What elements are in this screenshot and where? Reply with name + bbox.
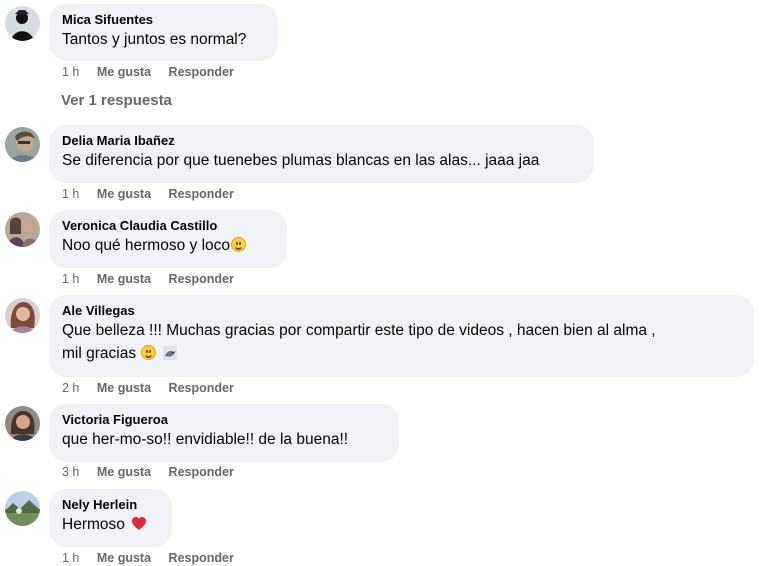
comment-time[interactable]: 3 h — [62, 465, 79, 479]
comment-actions: 1 h Me gusta Responder — [62, 551, 248, 565]
like-button[interactable]: Me gusta — [97, 551, 151, 565]
comment-text: Hermoso — [62, 513, 159, 536]
like-button[interactable]: Me gusta — [97, 272, 151, 286]
comment-author[interactable]: Victoria Figueroa — [62, 412, 386, 428]
avatar-landscape-icon — [5, 491, 40, 526]
comment-bubble: Delia Maria Ibañez Se diferencia por que… — [49, 125, 594, 183]
comment-text: Se diferencia por que tuenebes plumas bl… — [62, 152, 540, 169]
view-replies-link[interactable]: Ver 1 respuesta — [61, 92, 172, 109]
comment-author[interactable]: Ale Villegas — [62, 303, 741, 319]
comment-actions: 1 h Me gusta Responder — [62, 272, 248, 286]
avatar[interactable] — [5, 298, 40, 333]
avatar-photo-icon — [5, 298, 40, 333]
comment-text: mil gracias — [62, 342, 741, 365]
comment-time[interactable]: 1 h — [62, 272, 79, 286]
avatar[interactable] — [5, 127, 40, 162]
heart-emoji-icon — [132, 517, 147, 530]
reply-button[interactable]: Responder — [169, 381, 234, 395]
reply-button[interactable]: Responder — [169, 187, 234, 201]
comment-bubble: Nely Herlein Hermoso — [49, 489, 172, 547]
like-button[interactable]: Me gusta — [97, 65, 151, 79]
comment-time[interactable]: 1 h — [62, 551, 79, 565]
comment-text-line: Que belleza !!! Muchas gracias por compa… — [62, 322, 656, 339]
comment-actions: 2 h Me gusta Responder — [62, 381, 248, 395]
comment-text-line: mil gracias — [62, 345, 137, 362]
smile-emoji-icon — [141, 345, 157, 360]
comment-actions: 1 h Me gusta Responder — [62, 65, 248, 79]
comment-text: que her-mo-so!! envidiable!! de la buena… — [62, 431, 349, 448]
reply-button[interactable]: Responder — [169, 272, 234, 286]
avatar-photo-icon — [5, 406, 40, 441]
avatar-photo-icon — [5, 212, 40, 247]
comment-bubble: Veronica Claudia Castillo Noo qué hermos… — [49, 210, 287, 268]
comment-bubble: Victoria Figueroa que her-mo-so!! envidi… — [49, 404, 399, 462]
like-button[interactable]: Me gusta — [97, 465, 151, 479]
comment-text-body: Noo qué hermoso y loco — [62, 237, 231, 254]
reply-button[interactable]: Responder — [169, 465, 234, 479]
reply-button[interactable]: Responder — [169, 65, 234, 79]
comment-author[interactable]: Mica Sifuentes — [62, 12, 265, 28]
avatar-silhouette-icon — [5, 6, 40, 41]
smile-emoji-icon — [231, 237, 247, 252]
avatar-photo-icon — [5, 127, 40, 162]
comment-time[interactable]: 1 h — [62, 65, 79, 79]
comment-time[interactable]: 1 h — [62, 187, 79, 201]
comment-text: Noo qué hermoso y loco — [62, 234, 274, 257]
comment-author[interactable]: Veronica Claudia Castillo — [62, 218, 274, 234]
comment-author[interactable]: Nely Herlein — [62, 497, 159, 513]
comment-text-body: Hermoso — [62, 516, 125, 533]
comment-bubble: Ale Villegas Que belleza !!! Muchas grac… — [49, 295, 754, 377]
comment-time[interactable]: 2 h — [62, 381, 79, 395]
comment-actions: 3 h Me gusta Responder — [62, 465, 248, 479]
avatar[interactable] — [5, 212, 40, 247]
reply-button[interactable]: Responder — [169, 551, 234, 565]
comment-author[interactable]: Delia Maria Ibañez — [62, 133, 581, 149]
bird-emoji-icon — [163, 346, 178, 360]
comment-text: Tantos y juntos es normal? — [62, 31, 247, 48]
comment-bubble: Mica Sifuentes Tantos y juntos es normal… — [49, 4, 278, 61]
like-button[interactable]: Me gusta — [97, 187, 151, 201]
avatar[interactable] — [5, 491, 40, 526]
like-button[interactable]: Me gusta — [97, 381, 151, 395]
comment-actions: 1 h Me gusta Responder — [62, 187, 248, 201]
avatar[interactable] — [5, 6, 40, 41]
avatar[interactable] — [5, 406, 40, 441]
